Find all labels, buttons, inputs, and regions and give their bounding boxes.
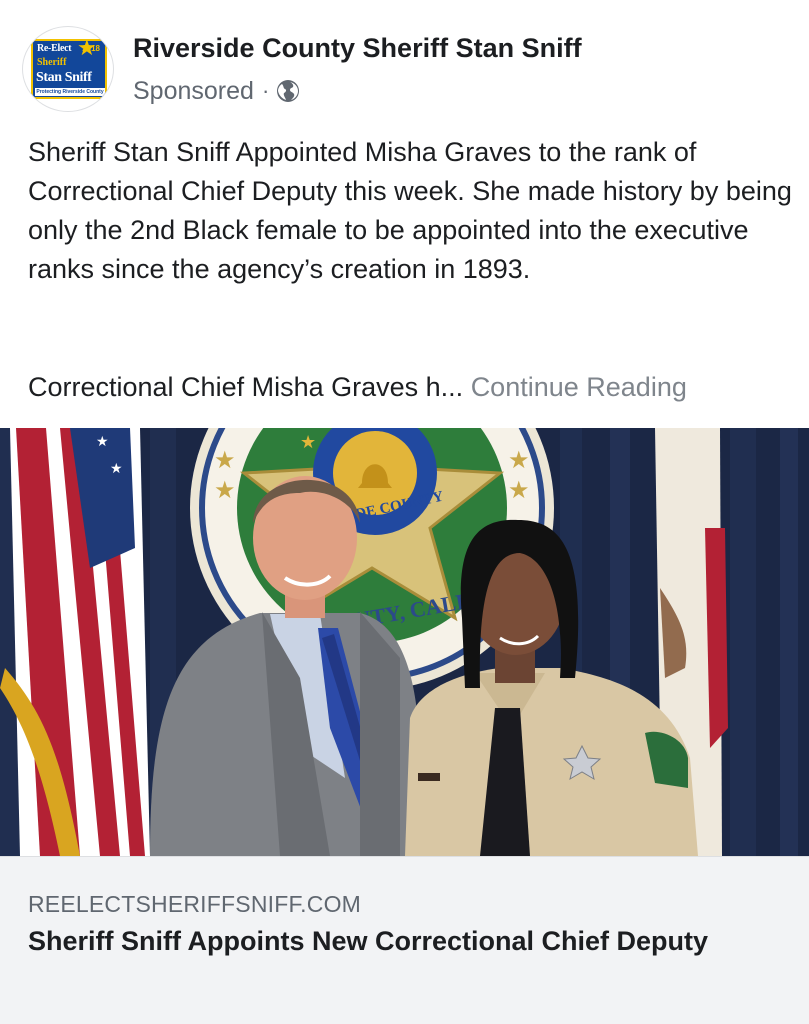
logo-text-sheriff: Sheriff	[37, 57, 67, 68]
logo-text-reelect: Re-Elect	[37, 43, 72, 54]
page-avatar[interactable]: Re-Elect ★ 2018 Sheriff Stan Sniff Prote…	[22, 26, 114, 112]
svg-text:★: ★	[508, 447, 530, 474]
svg-text:★: ★	[214, 477, 236, 504]
meta-separator: ·	[261, 78, 270, 103]
us-flag: ★ ★	[0, 428, 150, 856]
post-meta: Sponsored ·	[133, 76, 300, 106]
svg-text:★: ★	[300, 432, 316, 452]
svg-text:★: ★	[214, 447, 236, 474]
page-name-link[interactable]: Riverside County Sheriff Stan Sniff	[133, 33, 582, 64]
post-body-text: Sheriff Stan Sniff Appointed Misha Grave…	[28, 137, 792, 284]
svg-text:★: ★	[96, 433, 109, 449]
svg-text:★: ★	[110, 460, 123, 476]
sponsored-label[interactable]: Sponsored	[133, 77, 254, 106]
logo-text-tagline: Protecting Riverside County	[35, 88, 105, 96]
svg-text:★: ★	[508, 477, 530, 504]
logo-text-year: 2018	[82, 44, 100, 53]
post-photo[interactable]: ★ ★ ★ ★ ★ ★ ★ DE COUNTY UNTY, CALIF	[0, 428, 809, 856]
link-domain: REELECTSHERIFFSNIFF.COM	[28, 891, 362, 917]
post-body-continued: Correctional Chief Misha Graves h... Con…	[28, 368, 798, 407]
campaign-logo: Re-Elect ★ 2018 Sheriff Stan Sniff Prote…	[31, 37, 107, 99]
post-header: Re-Elect ★ 2018 Sheriff Stan Sniff Prote…	[0, 0, 809, 125]
continue-reading-link[interactable]: Continue Reading	[471, 372, 687, 402]
globe-icon	[276, 79, 300, 103]
link-title[interactable]: Sheriff Sniff Appoints New Correctional …	[28, 924, 768, 959]
post-body-truncated: Correctional Chief Misha Graves h...	[28, 372, 464, 402]
logo-text-name: Stan Sniff	[36, 70, 92, 85]
